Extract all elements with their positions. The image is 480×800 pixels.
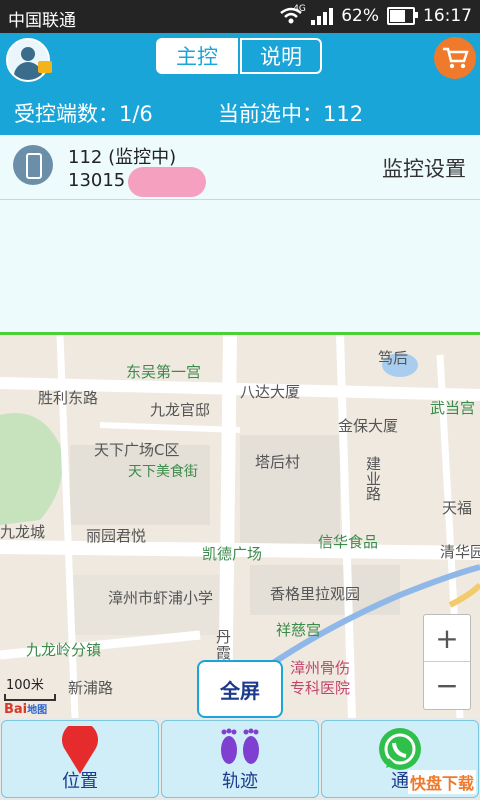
map-scale-bar (4, 694, 56, 701)
device-number: 13015 (68, 170, 126, 191)
map-label: 胜利东路 (38, 389, 99, 407)
map-label: 金保大厦 (338, 417, 399, 435)
map-label: 专科医院 (290, 679, 351, 697)
status-bar: 中国联通 4G 62% 16:17 (0, 0, 480, 33)
map-label: 九龙岭分镇 (26, 641, 102, 659)
fullscreen-button[interactable]: 全屏 (197, 660, 283, 718)
clock: 16:17 (423, 6, 472, 26)
avatar[interactable] (6, 38, 50, 82)
battery-icon (387, 7, 418, 25)
controlled-count: 受控端数：1/6 (14, 102, 153, 126)
tab-help[interactable]: 说明 (240, 38, 322, 74)
tab-main-control[interactable]: 主控 (156, 38, 238, 74)
baidu-logo: Bai地图 (4, 702, 48, 717)
map-label: 漳州市虾浦小学 (108, 589, 214, 607)
zoom-in-button[interactable]: + (424, 615, 470, 662)
map-label: 九龙官邸 (150, 401, 211, 419)
nav-track-label: 轨迹 (222, 771, 258, 792)
nav-track[interactable]: 轨迹 (161, 720, 319, 798)
signal-icon: 4G (293, 4, 334, 25)
map-label: 凯德广场 (202, 545, 263, 563)
nav-location-label: 位置 (62, 771, 98, 792)
phone-icon (13, 145, 53, 185)
battery-percent: 62% (341, 6, 379, 26)
map-label: 九龙城 (0, 523, 46, 541)
device-name: 112 (监控中) (68, 147, 177, 168)
map-scale-label: 100米 (6, 678, 44, 693)
monitor-settings-button[interactable]: 监控设置 (382, 153, 466, 183)
shopping-cart-icon[interactable] (434, 37, 476, 79)
network-type: 4G (293, 4, 306, 14)
vip-badge-icon (38, 61, 52, 73)
map-label: 天下美食街 (128, 464, 198, 480)
watermark: 快盘下载 (407, 770, 476, 794)
whatsapp-icon (379, 728, 421, 770)
map-label: 天福 (442, 499, 473, 517)
nav-location[interactable]: 位置 (1, 720, 159, 798)
zoom-out-button[interactable]: − (424, 662, 470, 708)
device-list: 112 (监控中) 13015 监控设置 (0, 135, 480, 335)
map-label: 香格里拉观园 (270, 585, 361, 603)
map-label: 天下广场C区 (94, 441, 180, 459)
map-label: 信华食品 (318, 533, 379, 551)
info-row: 受控端数：1/6 当前选中：112 (0, 85, 480, 135)
map-label: 祥慈宫 (276, 621, 322, 639)
zoom-control: + − (423, 614, 471, 710)
map-label: 丽园君悦 (86, 527, 147, 545)
map-label: 漳州骨伤 (290, 659, 351, 677)
map-label: 建业路 (366, 455, 382, 503)
map-label: 八达大厦 (240, 383, 301, 401)
map-label: 清华园 (440, 543, 480, 561)
app-header: 主控 说明 (0, 33, 480, 85)
map-label: 笃后 (378, 349, 409, 367)
tab-bar: 主控 说明 (156, 38, 322, 74)
carrier-label: 中国联通 (8, 11, 76, 31)
map-label: 塔后村 (255, 453, 301, 471)
map-label: 新浦路 (68, 679, 114, 697)
map-label: 武当宫 (430, 399, 476, 417)
device-row[interactable]: 112 (监控中) 13015 监控设置 (0, 135, 480, 200)
map-label: 东吴第一宫 (126, 363, 202, 381)
current-selected: 当前选中：112 (218, 102, 364, 126)
redaction-mark (128, 167, 206, 197)
